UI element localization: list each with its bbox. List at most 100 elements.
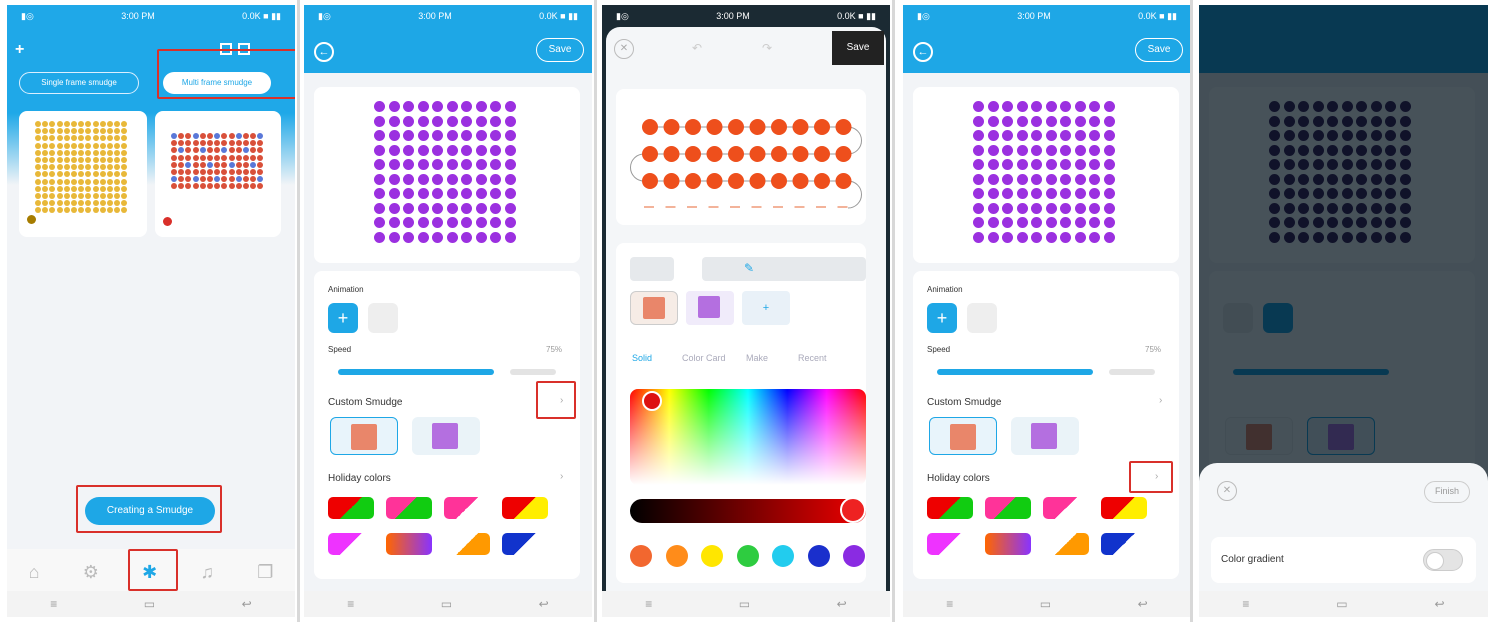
- strip-led-dot[interactable]: [814, 173, 830, 189]
- tab-recent[interactable]: Recent: [798, 353, 827, 363]
- menu-icon[interactable]: ≡: [50, 597, 57, 611]
- strip-led-dot[interactable]: [685, 119, 701, 135]
- preset-color-swatch[interactable]: [807, 545, 830, 567]
- smudge-card-multicolor[interactable]: [155, 111, 281, 237]
- save-button[interactable]: Save: [536, 38, 584, 62]
- tab-solid[interactable]: Solid: [632, 353, 652, 363]
- strip-led-dot[interactable]: [685, 173, 701, 189]
- smudge-slot-orange[interactable]: [330, 417, 398, 455]
- animation-add-button[interactable]: +: [328, 303, 358, 333]
- holiday-color-option[interactable]: [444, 497, 490, 519]
- preset-color-swatch[interactable]: [843, 545, 865, 567]
- speed-slider-track[interactable]: [510, 369, 556, 375]
- holiday-color-option[interactable]: [328, 497, 374, 519]
- close-icon[interactable]: ✕: [614, 39, 634, 59]
- strip-led-dot[interactable]: [663, 146, 680, 162]
- strip-led-dot[interactable]: [642, 119, 658, 135]
- strip-led-dot[interactable]: [642, 173, 658, 189]
- music-icon[interactable]: ♫: [200, 562, 214, 583]
- back-arrow-icon[interactable]: ↩: [539, 597, 549, 611]
- back-arrow-icon[interactable]: ↩: [242, 597, 252, 611]
- menu-icon[interactable]: ≡: [347, 597, 354, 611]
- holiday-color-option[interactable]: [1043, 497, 1089, 519]
- strip-led-dot[interactable]: [644, 206, 654, 208]
- color-gradient-toggle[interactable]: [1423, 549, 1463, 571]
- strip-led-dot[interactable]: [687, 206, 697, 208]
- speed-slider-track[interactable]: [1109, 369, 1155, 375]
- holiday-color-option[interactable]: [444, 533, 490, 555]
- strip-led-dot[interactable]: [837, 206, 848, 208]
- smudge-slot-orange[interactable]: [929, 417, 997, 455]
- animation-add-button[interactable]: +: [927, 303, 957, 333]
- brush-tool-group[interactable]: [702, 257, 866, 281]
- strip-led-dot[interactable]: [771, 119, 787, 135]
- back-arrow-icon[interactable]: ↩: [837, 597, 847, 611]
- home-square-icon[interactable]: ▭: [1336, 597, 1347, 611]
- strip-led-dot[interactable]: [749, 146, 766, 162]
- strip-led-dot[interactable]: [728, 146, 744, 162]
- strip-led-dot[interactable]: [706, 146, 723, 162]
- strip-led-dot[interactable]: [792, 173, 809, 189]
- back-icon[interactable]: ←: [314, 42, 334, 62]
- holiday-arrow-icon[interactable]: ›: [1155, 471, 1158, 482]
- undo-icon[interactable]: ↶: [692, 41, 702, 55]
- hue-saturation-field[interactable]: [630, 389, 866, 485]
- strip-led-dot[interactable]: [773, 206, 783, 208]
- smudge-slot-purple[interactable]: [1011, 417, 1079, 455]
- menu-icon[interactable]: ≡: [946, 597, 953, 611]
- animation-option-button[interactable]: [368, 303, 398, 333]
- redo-icon[interactable]: ↷: [762, 41, 772, 55]
- tab-make[interactable]: Make: [746, 353, 768, 363]
- color-slot-purple[interactable]: [686, 291, 734, 325]
- holiday-color-option[interactable]: [386, 497, 432, 519]
- home-icon[interactable]: ⌂: [29, 562, 40, 583]
- strip-led-dot[interactable]: [706, 119, 723, 135]
- home-square-icon[interactable]: ▭: [1040, 597, 1051, 611]
- holiday-color-option[interactable]: [1101, 533, 1147, 555]
- strip-led-dot[interactable]: [792, 119, 809, 135]
- back-arrow-icon[interactable]: ↩: [1138, 597, 1148, 611]
- tab-single-frame[interactable]: Single frame smudge: [19, 72, 139, 94]
- holiday-color-option[interactable]: [1101, 497, 1147, 519]
- back-icon[interactable]: ←: [913, 42, 933, 62]
- strip-led-dot[interactable]: [749, 119, 766, 135]
- strip-led-dot[interactable]: [835, 119, 852, 135]
- strip-led-dot[interactable]: [749, 173, 766, 189]
- strip-led-dot[interactable]: [728, 173, 744, 189]
- strip-led-dot[interactable]: [730, 206, 740, 208]
- strip-led-dot[interactable]: [792, 146, 809, 162]
- save-button[interactable]: Save: [832, 31, 884, 65]
- settings-icon[interactable]: ⚙: [83, 562, 99, 583]
- strip-led-dot[interactable]: [663, 119, 680, 135]
- holiday-color-option[interactable]: [927, 533, 973, 555]
- strip-led-dot[interactable]: [814, 146, 830, 162]
- pages-icon[interactable]: ❐: [257, 562, 273, 583]
- strip-led-dot[interactable]: [794, 206, 805, 208]
- menu-icon[interactable]: ≡: [1242, 597, 1249, 611]
- strip-led-dot[interactable]: [771, 173, 787, 189]
- preset-color-swatch[interactable]: [630, 545, 652, 567]
- holiday-color-option[interactable]: [386, 533, 432, 555]
- preset-color-swatch[interactable]: [665, 545, 688, 567]
- strip-led-dot[interactable]: [708, 206, 719, 208]
- preset-color-swatch[interactable]: [772, 545, 794, 567]
- holiday-arrow-icon[interactable]: ›: [560, 471, 563, 482]
- color-slot-orange[interactable]: [630, 291, 678, 325]
- strip-led-dot[interactable]: [816, 206, 826, 208]
- strip-led-dot[interactable]: [814, 119, 830, 135]
- brightness-slider[interactable]: [630, 499, 866, 523]
- home-square-icon[interactable]: ▭: [144, 597, 155, 611]
- close-icon[interactable]: ✕: [1217, 481, 1237, 501]
- holiday-color-option[interactable]: [328, 533, 374, 555]
- animation-option-button[interactable]: [967, 303, 997, 333]
- preset-color-swatch[interactable]: [701, 545, 723, 567]
- speed-slider[interactable]: [937, 369, 1093, 375]
- speed-slider[interactable]: [338, 369, 494, 375]
- eraser-tool-icon[interactable]: [630, 257, 674, 281]
- strip-led-dot[interactable]: [835, 146, 852, 162]
- paint-brush-icon[interactable]: ✎: [744, 261, 754, 275]
- strip-led-dot[interactable]: [685, 146, 701, 162]
- tab-color-card[interactable]: Color Card: [682, 353, 726, 363]
- holiday-color-option[interactable]: [985, 497, 1031, 519]
- strip-led-dot[interactable]: [706, 173, 723, 189]
